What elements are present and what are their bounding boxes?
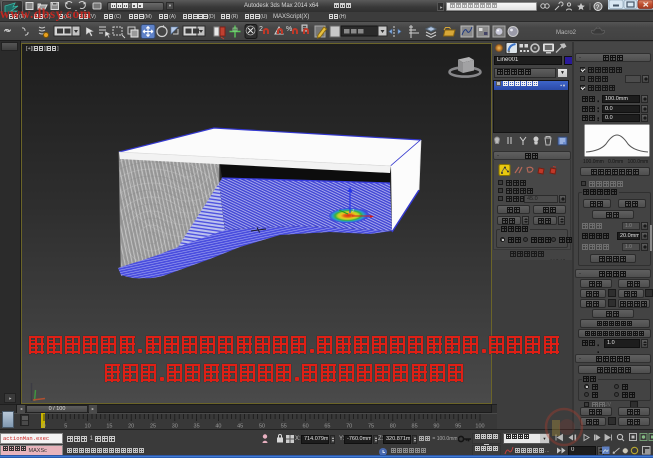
svg-text:Macro2: Macro2 — [556, 30, 577, 36]
svg-text:2: 2 — [259, 26, 263, 33]
svg-text:%: % — [286, 26, 292, 33]
